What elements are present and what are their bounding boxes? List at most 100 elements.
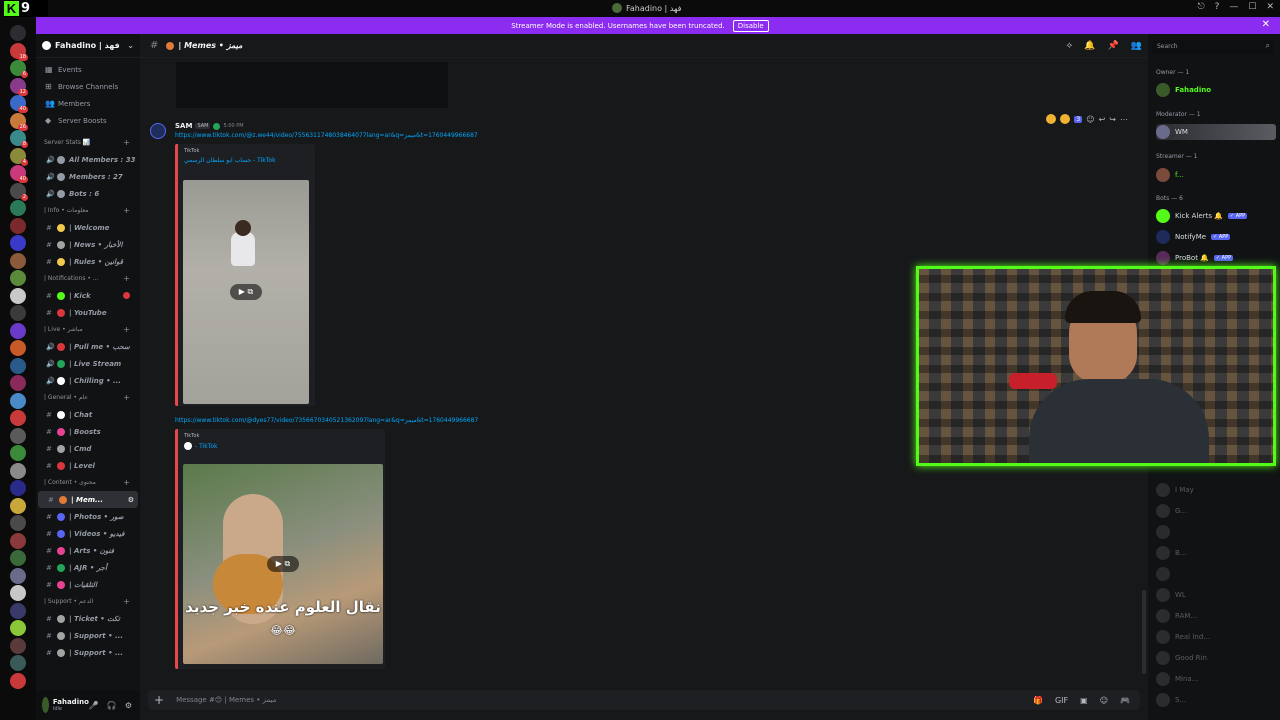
microphone-icon[interactable]: 🎤 (89, 701, 99, 710)
member-item[interactable]: ProBot 🔔 ✓ APP (1156, 251, 1234, 265)
server-icon[interactable]: 6 (10, 60, 28, 78)
channel-item[interactable]: 🔊 All Members : 33 (36, 151, 140, 168)
channel-category[interactable]: | Support • الدعم + (36, 593, 140, 610)
member-item[interactable]: B... (1156, 546, 1186, 560)
server-icon[interactable]: 12 (10, 77, 28, 96)
forward-icon[interactable]: ↪ (1109, 115, 1116, 124)
channel-item[interactable]: # | Boosts (36, 423, 140, 440)
video-thumbnail-1[interactable]: ▶ ⧉ (183, 180, 309, 404)
server-icon[interactable] (10, 672, 26, 689)
avatar[interactable] (150, 123, 166, 139)
channel-item[interactable]: # | Photos • صور (36, 508, 140, 525)
channel-item[interactable]: # | Chat (36, 406, 140, 423)
member-item[interactable]: RAM... (1156, 609, 1197, 623)
member-item[interactable]: WM (1156, 124, 1276, 140)
server-icon[interactable] (10, 602, 26, 619)
guild-header[interactable]: Fahadino | فهد ⌄ (36, 34, 140, 58)
server-icon[interactable]: 18 (10, 42, 28, 61)
close-banner-icon[interactable]: ✕ (1262, 19, 1270, 30)
scrollbar[interactable] (1142, 590, 1146, 674)
server-icon[interactable]: 4 (10, 147, 28, 166)
channel-item[interactable]: # | Videos • فيديو (36, 525, 140, 542)
server-icon[interactable] (10, 497, 26, 514)
channel-item[interactable]: 🔊 | Chilling • ... (36, 372, 140, 389)
server-icon[interactable] (10, 270, 26, 286)
member-item[interactable] (1156, 567, 1175, 581)
play-button[interactable]: ▶ ⧉ (230, 284, 262, 300)
avatar[interactable] (42, 697, 49, 713)
server-icon[interactable] (10, 532, 26, 549)
server-icon[interactable] (10, 655, 26, 671)
minimize-button[interactable]: — (1229, 2, 1238, 12)
channel-item[interactable]: # | Rules • قوانين (36, 253, 140, 270)
server-icon[interactable]: 40 (10, 95, 28, 113)
server-icon[interactable]: 2 (10, 182, 28, 201)
channel-item[interactable]: # | Support • ... (36, 627, 140, 644)
message-input[interactable]: Message #😊 | Memes • ميمز (176, 696, 276, 704)
add-channel-icon[interactable]: + (123, 206, 130, 215)
help-icon[interactable]: ? (1215, 2, 1220, 12)
server-icon[interactable] (10, 287, 26, 304)
channel-item[interactable]: 🔊 | Live Stream (36, 355, 140, 372)
member-item[interactable]: Fahadino (1156, 83, 1211, 97)
server-icon[interactable] (10, 637, 26, 654)
sticker-icon[interactable]: ▣ (1080, 696, 1088, 705)
attach-plus-icon[interactable]: + (154, 693, 164, 707)
server-icon[interactable] (10, 322, 26, 339)
add-channel-icon[interactable]: + (123, 597, 130, 606)
close-window-button[interactable]: ✕ (1266, 2, 1274, 12)
threads-icon[interactable]: ⟡ (1066, 41, 1072, 51)
gift-icon[interactable]: 🎁 (1033, 696, 1043, 705)
channel-item[interactable]: # | News • الأخبار (36, 236, 140, 253)
add-channel-icon[interactable]: + (123, 393, 130, 402)
server-icon[interactable] (10, 567, 26, 584)
server-icon[interactable]: 26 (10, 112, 28, 131)
nav-item-events[interactable]: ▦ Events (36, 61, 140, 78)
emoji-icon[interactable]: ☺ (1100, 696, 1108, 705)
member-item[interactable]: f... (1156, 168, 1184, 182)
server-icon[interactable] (10, 200, 26, 216)
discord-home-icon[interactable] (10, 25, 26, 41)
channel-item[interactable]: # | Level (36, 457, 140, 474)
message-author[interactable]: SAM (175, 122, 192, 130)
channel-item[interactable]: # | YouTube (36, 304, 140, 321)
channel-category[interactable]: | General • عام + (36, 389, 140, 406)
settings-gear-icon[interactable]: ⚙ (125, 701, 132, 710)
server-icon[interactable] (10, 462, 26, 479)
server-icon[interactable] (10, 392, 26, 409)
channel-item[interactable]: # | التلقيات (36, 576, 140, 593)
channel-item[interactable]: # | Support • ... (36, 644, 140, 661)
channel-item[interactable]: 🔊 | Pull me • سحب (36, 338, 140, 355)
server-icon[interactable] (10, 620, 26, 636)
maximize-button[interactable]: ☐ (1248, 2, 1256, 12)
member-item[interactable]: I May (1156, 483, 1194, 497)
channel-category[interactable]: | Live • مباشر + (36, 321, 140, 338)
nav-item-server-boosts[interactable]: ◆ Server Boosts (36, 112, 140, 129)
server-icon[interactable] (10, 252, 26, 269)
channel-category[interactable]: Server Stats 📊 + (36, 134, 140, 151)
member-item[interactable]: S... (1156, 693, 1186, 707)
server-icon[interactable]: 8 (10, 130, 28, 148)
server-icon[interactable] (10, 340, 26, 356)
disable-streamer-mode-button[interactable]: Disable (732, 19, 769, 32)
search-input[interactable]: Search ⌕ (1152, 40, 1274, 54)
channel-category[interactable]: | Notifications • ... + (36, 270, 140, 287)
video-thumbnail-2[interactable]: ▶ ⧉ نقال العلوم عنده خبر جديد 😂😂 (183, 464, 383, 664)
member-item[interactable]: Kick Alerts 🔔 ✓ APP (1156, 209, 1248, 223)
reaction-count[interactable]: 3 (1074, 115, 1083, 123)
channel-item[interactable]: # | Kick (36, 287, 140, 304)
server-icon[interactable] (10, 375, 26, 391)
member-list-icon[interactable]: 👥 (1131, 41, 1142, 51)
channel-item[interactable]: # | Welcome (36, 219, 140, 236)
member-item[interactable]: Good Rin (1156, 651, 1207, 665)
server-icon[interactable]: 40 (10, 165, 28, 183)
channel-category[interactable]: | Info • معلومات + (36, 202, 140, 219)
tiktok-link-2[interactable]: https://www.tiktok.com/@dyes77/video/735… (175, 417, 478, 424)
server-icon[interactable] (10, 217, 26, 234)
server-icon[interactable] (10, 585, 26, 601)
message-composer[interactable]: + Message #😊 | Memes • ميمز 🎁 GIF ▣ ☺ 🎮 (148, 690, 1140, 710)
play-button[interactable]: ▶ ⧉ (267, 556, 299, 572)
server-icon[interactable] (10, 550, 26, 566)
channel-item[interactable]: 🔊 Bots : 6 (36, 185, 140, 202)
gif-icon[interactable]: GIF (1055, 696, 1068, 705)
